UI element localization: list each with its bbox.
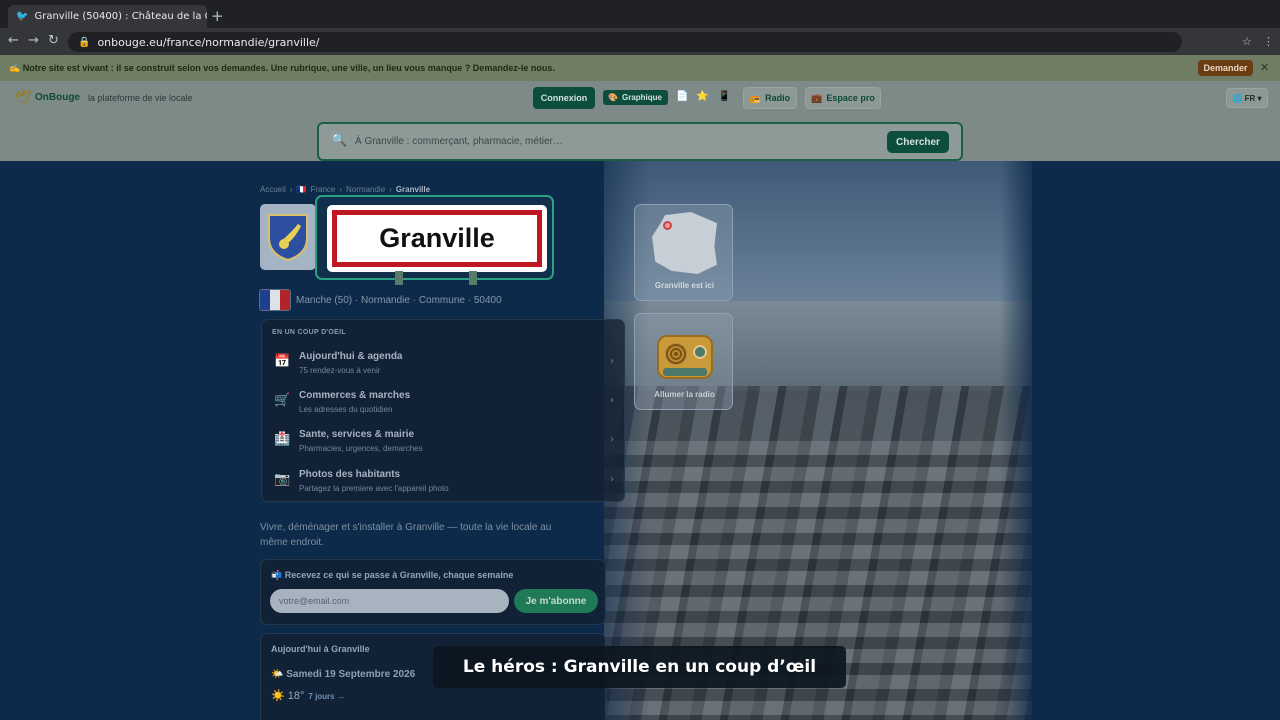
pro-label: Espace pro [826, 93, 875, 103]
email-field[interactable]: votre@email.com [270, 589, 509, 613]
newsletter-box: 📬 Recevez ce qui se passe à Granville, c… [260, 559, 606, 625]
url-text: onbouge.eu/france/normandie/granville/ [97, 35, 320, 49]
radio-card[interactable]: Allumer la radio [634, 313, 733, 410]
browser-tab-bar: 🐦 Granville (50400) : Château de la Crêt… [0, 0, 1280, 28]
graph-label: Graphique [621, 93, 662, 102]
forward-icon[interactable]: → [28, 33, 39, 48]
search-icon: 🔍 [331, 133, 348, 148]
subscribe-button[interactable]: Je m'abonne [514, 589, 598, 613]
address-bar: ← → ↻ 🔒 onbouge.eu/france/normandie/gran… [0, 28, 1280, 55]
at-a-glance-panel: EN UN COUP D'OEIL 📅 Aujourd'hui & agenda… [261, 319, 625, 502]
french-flag-icon [259, 289, 291, 311]
radio-button[interactable]: 📻 Radio [743, 87, 797, 109]
brand-tagline: la plateforme de vie locale [88, 93, 193, 103]
breadcrumb-country[interactable]: France [310, 185, 335, 194]
breadcrumb-home[interactable]: Accueil [260, 185, 286, 194]
city-meta: Manche (50) · Normandie · Commune · 5040… [296, 295, 502, 306]
city-name: Granville [379, 223, 495, 253]
today-date: 🌤️ Samedi 19 Septembre 2026 [271, 669, 416, 680]
language-selector[interactable]: 🌐 FR ▾ [1226, 88, 1268, 108]
bookmark-star-icon[interactable]: ☆ [1242, 35, 1252, 48]
map-card-label: Granville est ici [654, 281, 715, 290]
pro-space-button[interactable]: 💼 Espace pro [805, 87, 881, 109]
search-input[interactable]: À Granville : commerçant, pharmacie, mét… [355, 136, 563, 147]
today-heading: Aujourd'hui à Granville [271, 644, 370, 654]
vintage-radio-icon [657, 335, 713, 379]
tab-title: Granville (50400) : Château de la Crête … [34, 11, 207, 22]
back-icon[interactable]: ← [8, 33, 19, 48]
mobile-icon[interactable]: 📱 [718, 91, 730, 102]
radio-card-label: Allumer la radio [654, 390, 715, 399]
cart-icon: 🛒 [274, 393, 291, 408]
browser-tab[interactable]: 🐦 Granville (50400) : Château de la Crêt… [8, 5, 207, 28]
breadcrumb: Accueil › 🇫🇷 France › Normandie › Granvi… [260, 185, 431, 194]
language-value: FR [1244, 93, 1256, 103]
location-pin-icon [663, 221, 672, 230]
chevron-right-icon: › [610, 434, 614, 445]
glance-heading: EN UN COUP D'OEIL [272, 329, 346, 336]
flag-fr-icon: 🇫🇷 [296, 185, 307, 194]
site-header: 🕊 OnBouge la plateforme de vie locale Co… [0, 81, 1280, 161]
briefcase-icon: 💼 [811, 92, 823, 103]
star-icon[interactable]: ⭐ [696, 91, 708, 102]
graph-toggle-button[interactable]: 🎨 Graphique [603, 90, 668, 105]
glance-item-photos[interactable]: 📷 Photos des habitants Partagez la premi… [262, 460, 626, 498]
newsletter-title: 📬 Recevez ce qui se passe à Granville, c… [271, 570, 514, 580]
search-bar: 🔍 À Granville : commerçant, pharmacie, m… [317, 122, 963, 161]
today-temperature: ☀️ 18° 7 jours → [271, 690, 345, 702]
glance-item-health[interactable]: 🏥 Sante, services & mairie Pharmacies, u… [262, 420, 626, 458]
chevron-right-icon: › [610, 356, 614, 367]
radio-icon: 📻 [749, 92, 762, 103]
search-button[interactable]: Chercher [887, 131, 949, 153]
glance-item-agenda[interactable]: 📅 Aujourd'hui & agenda 75 rendez-vous à … [262, 342, 626, 380]
browser-menu-icon[interactable]: ⋮ [1263, 35, 1274, 48]
brand-name[interactable]: OnBouge [35, 92, 80, 103]
map-card[interactable]: Granville est ici [634, 204, 733, 301]
bird-logo-icon: 🕊 [14, 90, 32, 106]
chevron-right-icon: › [610, 474, 614, 485]
close-banner-icon[interactable]: ✕ [1260, 61, 1269, 74]
document-icon[interactable]: 📄 [676, 91, 688, 102]
breadcrumb-current: Granville [395, 185, 431, 194]
radio-label: Radio [765, 93, 791, 103]
banner-text: ✍️ Notre site est vivant : il se constru… [9, 62, 555, 73]
breadcrumb-region[interactable]: Normandie [346, 185, 385, 194]
chevron-right-icon: › [610, 395, 614, 406]
calendar-icon: 📅 [274, 354, 291, 369]
url-field[interactable]: 🔒 onbouge.eu/france/normandie/granville/ [68, 32, 1182, 52]
chevron-down-icon: ▾ [1257, 93, 1262, 103]
globe-icon: 🌐 [1232, 93, 1243, 103]
palette-icon: 🎨 [608, 93, 618, 102]
lock-icon: 🔒 [78, 36, 91, 48]
france-map-icon [652, 212, 717, 274]
new-tab-icon[interactable]: + [211, 9, 224, 24]
login-button[interactable]: Connexion [533, 87, 595, 109]
video-caption: Le héros : Granville en un coup d’œil [433, 646, 846, 688]
week-forecast-link[interactable]: 7 jours → [308, 692, 344, 701]
glance-item-shops[interactable]: 🛒 Commerces & marches Les adresses du qu… [262, 381, 626, 419]
coat-of-arms-icon [260, 204, 316, 270]
reload-icon[interactable]: ↻ [48, 33, 59, 48]
city-description: Vivre, déménager et s'installer à Granvi… [260, 522, 552, 548]
camera-icon: 📷 [274, 472, 291, 487]
ask-button[interactable]: Demander [1198, 60, 1253, 76]
announcement-banner: ✍️ Notre site est vivant : il se constru… [0, 55, 1280, 81]
site-favicon-icon: 🐦 [16, 11, 29, 22]
city-sign: Granville [315, 195, 554, 285]
hospital-icon: 🏥 [274, 432, 291, 447]
